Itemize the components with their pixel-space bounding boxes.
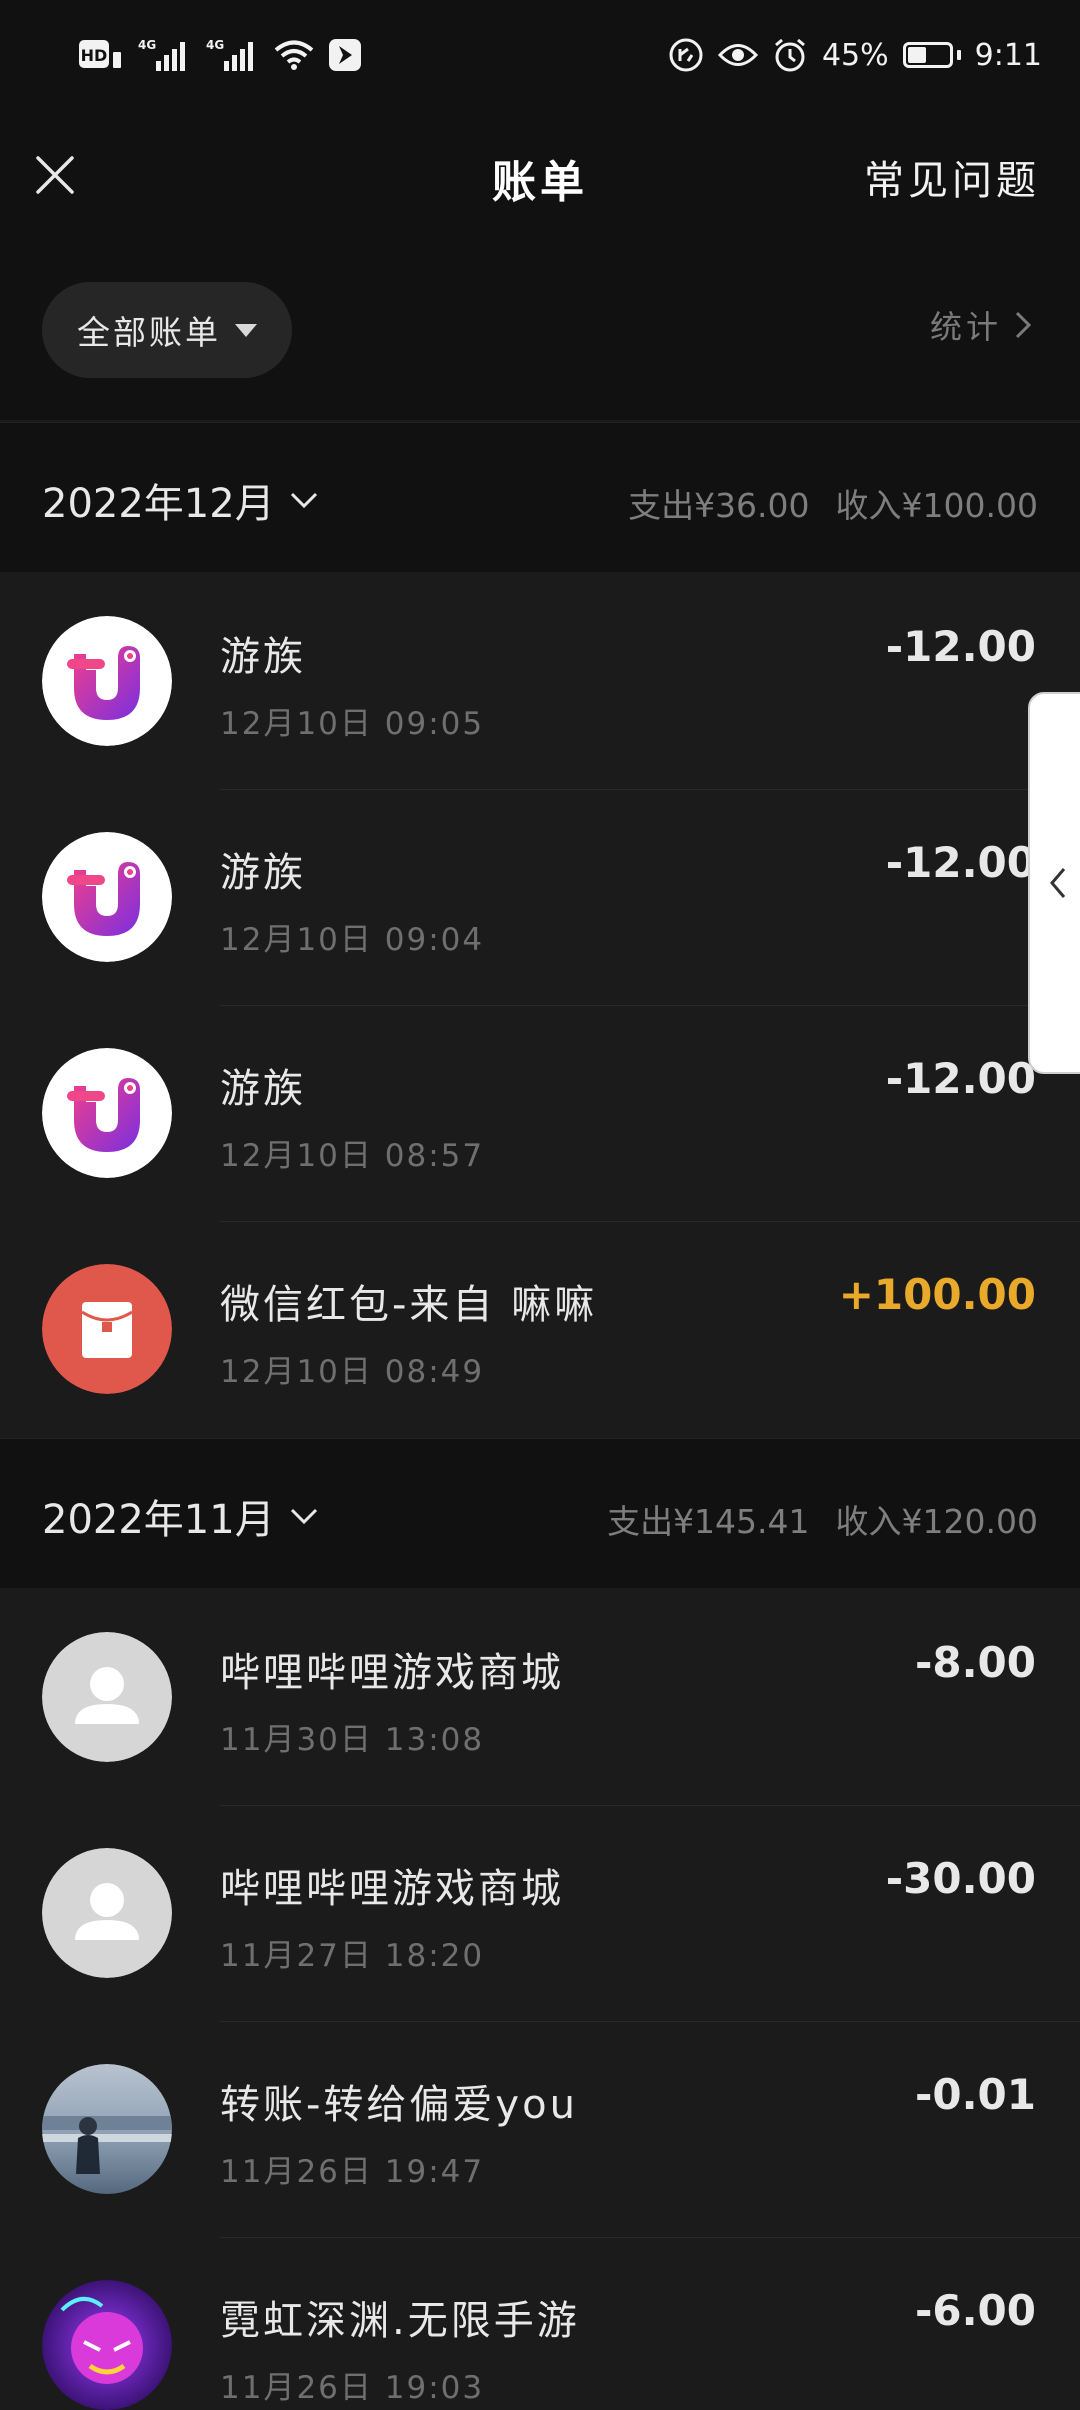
photo-avatar-icon	[42, 2064, 172, 2194]
transaction-amount: -8.00	[914, 1638, 1036, 1687]
month-title[interactable]: 2022年11月	[42, 1487, 319, 1545]
top-bar: 账单 常见问题	[0, 110, 1080, 240]
youzu-logo-icon	[42, 1048, 172, 1178]
chevron-down-icon	[290, 492, 317, 509]
transaction-row[interactable]: 哔哩哔哩游戏商城 11月27日 18:20 -30.00	[0, 1806, 1080, 2022]
transaction-amount: -12.00	[885, 622, 1036, 671]
month-income: 收入¥100.00	[835, 486, 1038, 525]
transaction-name: 游族	[220, 1066, 306, 1112]
transaction-amount: -12.00	[885, 1054, 1036, 1103]
status-bar: HD 4G 4G 45% 9:11	[0, 0, 1080, 110]
month-summary: 支出¥36.00 收入¥100.00	[628, 479, 1038, 527]
app-notification-icon	[328, 38, 362, 72]
svg-text:HD: HD	[81, 46, 108, 65]
battery-percent: 45%	[821, 37, 889, 73]
transaction-name: 哔哩哔哩游戏商城	[220, 1866, 564, 1912]
statistics-label: 统计	[929, 308, 1002, 346]
red-envelope-icon	[42, 1264, 172, 1394]
transaction-row[interactable]: 微信红包-来自 嘛嘛 12月10日 08:49 +100.00	[0, 1222, 1080, 1438]
battery-tip	[956, 50, 961, 60]
month-income: 收入¥120.00	[835, 1502, 1038, 1541]
transaction-row[interactable]: 霓虹深渊.无限手游 11月26日 19:03 -6.00	[0, 2238, 1080, 2410]
caret-down-icon	[235, 323, 257, 337]
signal-icon-2: 4G	[206, 37, 260, 73]
youzu-logo-icon	[42, 616, 172, 746]
faq-link[interactable]: 常见问题	[864, 148, 1040, 206]
month-label: 2022年11月	[42, 1497, 275, 1543]
svg-text:4G: 4G	[206, 38, 224, 52]
month-header-december[interactable]: 2022年12月 支出¥36.00 收入¥100.00	[0, 422, 1080, 572]
transaction-amount: -30.00	[885, 1854, 1036, 1903]
transaction-amount: -6.00	[914, 2286, 1036, 2335]
transaction-row[interactable]: 哔哩哔哩游戏商城 11月30日 13:08 -8.00	[0, 1590, 1080, 1806]
status-left: HD 4G 4G	[78, 37, 362, 73]
transaction-time: 12月10日 08:57	[220, 1138, 485, 1174]
default-user-icon	[42, 1632, 172, 1762]
transaction-time: 11月26日 19:47	[220, 2154, 485, 2190]
transaction-amount: +100.00	[838, 1270, 1036, 1319]
transaction-time: 11月27日 18:20	[220, 1938, 485, 1974]
transaction-time: 12月10日 08:49	[220, 1354, 485, 1390]
transaction-name: 游族	[220, 634, 306, 680]
status-right: 45% 9:11	[668, 37, 1042, 73]
filter-row: 全部账单 统计	[0, 240, 1080, 420]
transaction-row[interactable]: 游族 12月10日 09:04 -12.00	[0, 790, 1080, 1006]
transaction-time: 12月10日 09:05	[220, 706, 485, 742]
data-saver-icon	[668, 37, 704, 73]
transaction-amount: -0.01	[914, 2070, 1036, 2119]
chevron-left-icon	[1050, 868, 1066, 898]
youzu-logo-icon	[42, 832, 172, 962]
transaction-name: 霓虹深渊.无限手游	[220, 2298, 580, 2344]
transaction-time: 11月30日 13:08	[220, 1722, 485, 1758]
transaction-time: 12月10日 09:04	[220, 922, 485, 958]
bill-filter-label: 全部账单	[77, 313, 221, 352]
chevron-down-icon	[290, 1508, 317, 1525]
default-user-icon	[42, 1848, 172, 1978]
wifi-icon	[274, 39, 314, 71]
signal-icon: 4G	[138, 37, 192, 73]
side-floating-handle[interactable]	[1028, 692, 1080, 1074]
statistics-link[interactable]: 统计	[930, 302, 1032, 348]
transaction-row[interactable]: 转账-转给偏爱you 11月26日 19:47 -0.01	[0, 2022, 1080, 2238]
transaction-name: 哔哩哔哩游戏商城	[220, 1650, 564, 1696]
battery-body	[902, 42, 953, 68]
month-expense: 支出¥145.41	[607, 1502, 810, 1541]
transaction-name: 游族	[220, 850, 306, 896]
month-summary: 支出¥145.41 收入¥120.00	[607, 1495, 1038, 1543]
transaction-time: 11月26日 19:03	[220, 2370, 485, 2406]
svg-text:4G: 4G	[138, 38, 156, 52]
transaction-row[interactable]: 游族 12月10日 08:57 -12.00	[0, 1006, 1080, 1222]
transaction-amount: -12.00	[885, 838, 1036, 887]
status-time: 9:11	[974, 37, 1042, 73]
neon-abyss-avatar-icon	[42, 2280, 172, 2410]
eye-icon	[717, 40, 758, 70]
battery-fill	[907, 47, 926, 63]
month-expense: 支出¥36.00	[628, 486, 810, 525]
transaction-name: 转账-转给偏爱you	[220, 2082, 578, 2128]
battery-icon	[902, 42, 961, 68]
chevron-right-icon	[1015, 311, 1032, 339]
hd-icon: HD	[78, 38, 124, 72]
month-title[interactable]: 2022年12月	[42, 471, 319, 529]
alarm-icon	[772, 37, 808, 73]
transaction-row[interactable]: 游族 12月10日 09:05 -12.00	[0, 574, 1080, 790]
transaction-name: 微信红包-来自 嘛嘛	[220, 1282, 598, 1328]
month-label: 2022年12月	[42, 481, 275, 527]
month-header-november[interactable]: 2022年11月 支出¥145.41 收入¥120.00	[0, 1438, 1080, 1588]
bill-filter-dropdown[interactable]: 全部账单	[42, 282, 292, 378]
